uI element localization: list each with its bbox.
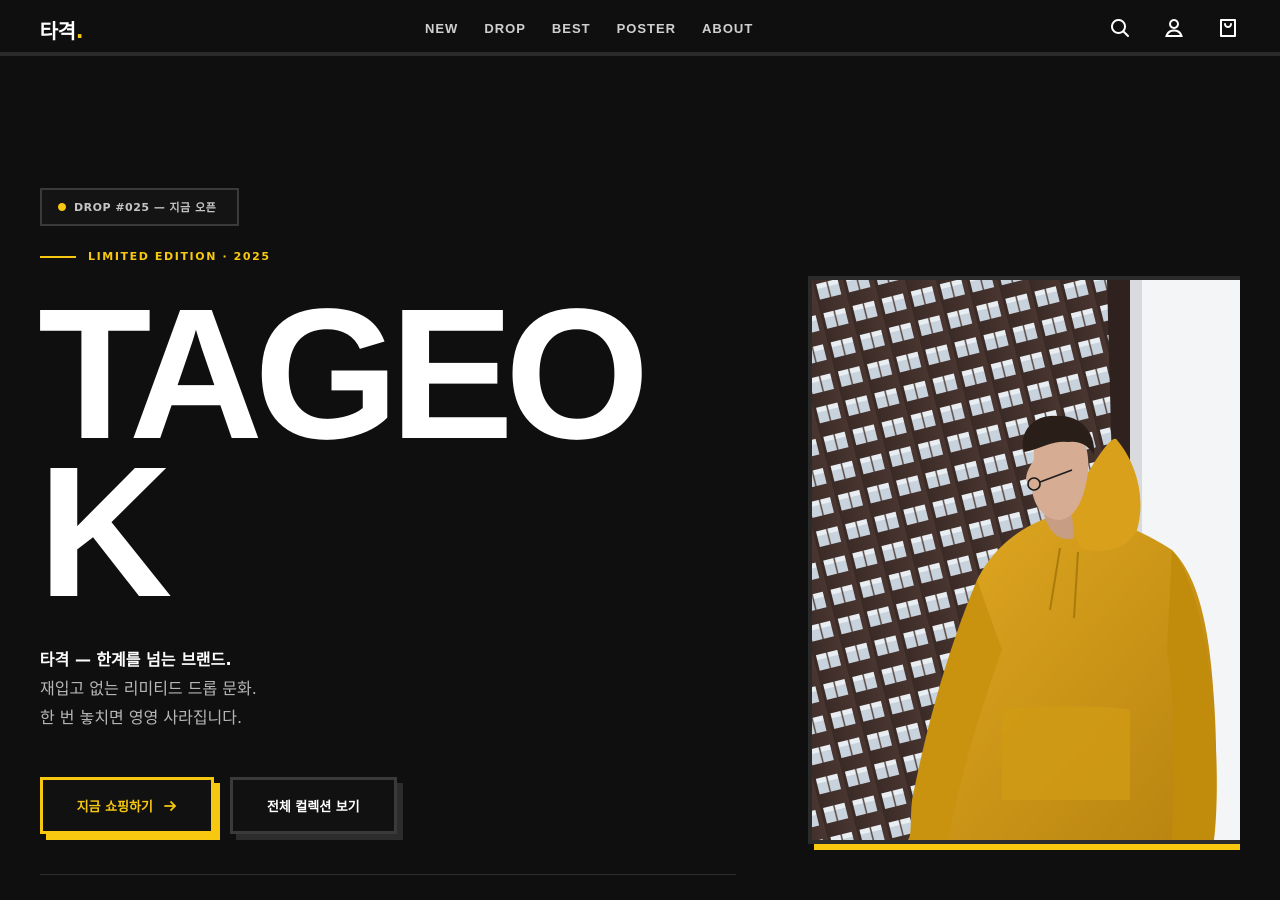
view-collection-button[interactable]: 전체 컬렉션 보기 — [230, 777, 397, 834]
arrow-right-icon — [164, 800, 177, 811]
user-icon[interactable] — [1162, 16, 1186, 40]
live-dot-icon — [58, 203, 66, 211]
drop-status-badge: DROP #025 — 지금 오픈 — [40, 188, 239, 226]
nav-item-poster[interactable]: POSTER — [604, 21, 689, 36]
nav-item-about[interactable]: ABOUT — [689, 21, 766, 36]
shop-now-button-wrap: 지금 쇼핑하기 — [40, 777, 220, 840]
model-in-yellow-hoodie-image — [812, 280, 1240, 840]
search-icon[interactable] — [1108, 16, 1132, 40]
tagline-line-1: 타격 — 한계를 넘는 브랜드. — [40, 650, 232, 669]
view-collection-button-wrap: 전체 컬렉션 보기 — [230, 777, 403, 840]
site-header: 타격. NEW DROP BEST POSTER ABOUT — [0, 0, 1280, 56]
logo-text: 타격 — [40, 19, 76, 43]
edition-text: LIMITED EDITION · 2025 — [88, 250, 271, 263]
section-divider — [40, 874, 736, 875]
brand-logo[interactable]: 타격. — [40, 15, 83, 44]
shop-now-label: 지금 쇼핑하기 — [76, 800, 154, 815]
nav-item-drop[interactable]: DROP — [471, 21, 539, 36]
hero-title: TAGEOK — [38, 271, 650, 636]
nav-item-new[interactable]: NEW — [412, 21, 471, 36]
edition-label: LIMITED EDITION · 2025 — [40, 250, 271, 263]
header-actions — [1108, 16, 1240, 40]
nav-item-best[interactable]: BEST — [539, 21, 604, 36]
hero-photo — [812, 280, 1240, 840]
hero-image-frame — [808, 276, 1240, 844]
main-nav: NEW DROP BEST POSTER ABOUT — [412, 21, 766, 36]
drop-badge-text: DROP #025 — 지금 오픈 — [74, 201, 217, 214]
shop-now-button[interactable]: 지금 쇼핑하기 — [40, 777, 214, 834]
hero-image-accent-bar — [814, 844, 1240, 850]
view-collection-label: 전체 컬렉션 보기 — [267, 800, 360, 815]
hero-tagline: 타격 — 한계를 넘는 브랜드. 재입고 없는 리미티드 드롭 문화. 한 번 … — [40, 645, 257, 732]
tagline-line-2: 재입고 없는 리미티드 드롭 문화. — [40, 679, 257, 698]
shopping-bag-icon[interactable] — [1216, 16, 1240, 40]
logo-dot: . — [75, 19, 84, 43]
edition-line — [40, 255, 76, 258]
tagline-line-3: 한 번 놓치면 영영 사라집니다. — [40, 708, 243, 727]
